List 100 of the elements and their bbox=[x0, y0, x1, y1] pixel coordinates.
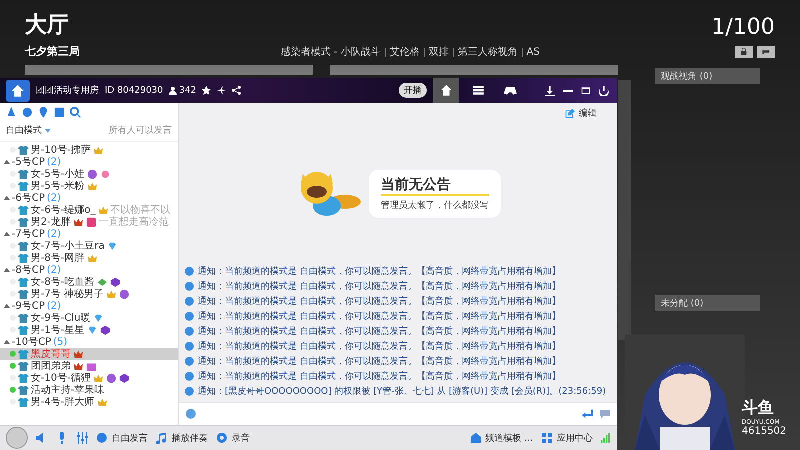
flower-icon bbox=[100, 168, 111, 180]
hexagon-icon bbox=[118, 372, 130, 384]
channel-row[interactable]: -5号CP (2) bbox=[0, 156, 178, 168]
crown-icon bbox=[106, 288, 118, 300]
crown-icon bbox=[73, 348, 84, 360]
channel-row[interactable]: -8号CP (2) bbox=[0, 264, 178, 276]
gem-icon bbox=[92, 312, 104, 324]
chat-message: 通知：当前频道的模式是 自由模式，你可以随意发言。【高音质，网络带宽占用稍有增加】 bbox=[198, 340, 561, 353]
toolbar-button[interactable]: 录音 bbox=[216, 432, 250, 444]
toolbar-button[interactable]: 自由发言 bbox=[96, 432, 148, 444]
user-row[interactable]: 男2-龙胖 一直想走高冷范 bbox=[0, 216, 178, 228]
user-row[interactable]: 女-7号-小土豆ra bbox=[0, 240, 178, 252]
channel-count: (2) bbox=[46, 264, 62, 276]
chat-bubble-icon bbox=[599, 408, 611, 420]
shirt-icon bbox=[18, 324, 29, 336]
channel-name: -5号CP bbox=[12, 156, 45, 169]
person-icon bbox=[169, 86, 178, 94]
user-name: 男-8号-网胖 bbox=[31, 252, 85, 265]
user-row[interactable]: 活动主持-苹果味 bbox=[0, 384, 178, 396]
crown-icon bbox=[72, 216, 84, 228]
crown-icon bbox=[86, 180, 98, 192]
user-name: 活动主持-苹果味 bbox=[31, 384, 105, 396]
record-icon bbox=[216, 432, 228, 444]
chat-message: 通知：当前频道的模式是 自由模式，你可以随意发言。【高音质，网络带宽占用稍有增加】 bbox=[198, 296, 561, 308]
music-note-icon bbox=[156, 432, 168, 444]
channel-count: (5) bbox=[53, 336, 68, 348]
swap-icon bbox=[762, 48, 770, 56]
user-name: 男-5号-米粉 bbox=[31, 180, 85, 193]
crown-icon bbox=[92, 144, 104, 156]
shirt-icon bbox=[18, 204, 29, 216]
mode-tag: 感染者模式 - 小队战斗 bbox=[280, 45, 381, 59]
user-name: 男-1号-星星 bbox=[31, 324, 85, 337]
channel-row[interactable]: -7号CP (2) bbox=[0, 228, 178, 240]
swap-button[interactable] bbox=[757, 46, 775, 58]
user-row[interactable]: 女-10号-循狸 bbox=[0, 372, 178, 384]
download-icon bbox=[545, 86, 555, 96]
shirt-icon bbox=[18, 396, 29, 408]
notice-title: 当前无公告 bbox=[381, 176, 489, 196]
home-icon bbox=[440, 84, 452, 97]
lock-button[interactable] bbox=[735, 46, 753, 58]
user-name: 女-9号-Clu暖 bbox=[31, 312, 91, 325]
channel-name: -9号CP bbox=[12, 300, 45, 313]
user-name: 女-5号-小娃 bbox=[31, 168, 85, 180]
user-row[interactable]: 女-6号-缇娜o_ 不以物喜不以 bbox=[0, 204, 178, 216]
channel-name: -7号CP bbox=[12, 228, 45, 241]
power-icon bbox=[599, 86, 609, 96]
user-row[interactable]: 男-7号 神秘男子 bbox=[0, 288, 178, 300]
toolbar-button[interactable]: 频道模板 ... bbox=[470, 432, 533, 444]
channel-row[interactable]: -10号CP (5) bbox=[0, 336, 178, 348]
hexagon-icon bbox=[110, 276, 121, 288]
user-name: 团团弟弟 bbox=[31, 360, 71, 373]
user-name: 女-6号-缇娜o_ bbox=[31, 204, 96, 216]
orb-icon bbox=[119, 288, 130, 300]
mode-dropdown[interactable]: 自由模式 bbox=[6, 124, 51, 137]
star-icon bbox=[202, 86, 212, 95]
chat-message: 通知：[黑皮哥哥OOOOOOOOO] 的权限被 [Y管-张、七七] 从 [游客(U)] 变成 [会员(R)]。(23:56:59) bbox=[198, 386, 606, 398]
shirt-icon bbox=[18, 276, 29, 288]
channel-count: (2) bbox=[46, 192, 62, 204]
crown-icon bbox=[96, 396, 108, 408]
match-name: 七夕第三局 bbox=[25, 44, 80, 59]
live-toggle[interactable]: 开播 bbox=[399, 83, 427, 98]
user-row[interactable]: 男-1号-星星 bbox=[0, 324, 178, 336]
user-row[interactable]: 女-5号-小娃 bbox=[0, 168, 178, 180]
user-name: 黑皮哥哥 bbox=[31, 348, 71, 361]
shirt-icon bbox=[18, 252, 29, 264]
user-row[interactable]: 女-8号-吃血酱 bbox=[0, 276, 178, 288]
nav-tab[interactable] bbox=[433, 78, 459, 103]
user-row[interactable]: 男-5号-米粉 bbox=[0, 180, 178, 192]
crown-icon bbox=[73, 360, 84, 372]
edit-link[interactable]: 编辑 bbox=[579, 107, 597, 120]
user-row[interactable]: 男-4号-胖大师 bbox=[0, 396, 178, 408]
house-icon bbox=[11, 84, 25, 98]
edit-icon bbox=[565, 108, 575, 118]
shirt-icon bbox=[18, 312, 29, 324]
user-row[interactable]: 女-9号-Clu暖 bbox=[0, 312, 178, 324]
unassigned-slot: 未分配 (0) bbox=[655, 295, 760, 311]
user-name: 女-10号-循狸 bbox=[31, 372, 91, 384]
signal-icon bbox=[601, 433, 611, 443]
channel-row[interactable]: -6号CP (2) bbox=[0, 192, 178, 204]
orb-icon bbox=[106, 372, 117, 384]
toolbar-button[interactable]: 播放伴奏 bbox=[156, 432, 208, 444]
message-input[interactable] bbox=[179, 402, 617, 425]
hexagon-icon bbox=[100, 324, 111, 336]
online-count: 342 bbox=[179, 86, 196, 96]
minimize-icon bbox=[563, 90, 573, 92]
user-row[interactable]: 男-8号-网胖 bbox=[0, 252, 178, 264]
user-row[interactable]: 团团弟弟 bbox=[0, 360, 178, 372]
user-row[interactable]: 男-10号-拂萨 bbox=[0, 144, 178, 156]
diamond-icon bbox=[96, 276, 108, 288]
logo-text: 斗鱼 bbox=[742, 398, 774, 419]
toolbar-button[interactable]: 应用中心 bbox=[541, 432, 593, 444]
mode-note: 所有人可以发言 bbox=[109, 124, 172, 137]
user-name: 男-4号-胖大师 bbox=[31, 396, 95, 409]
channel-row[interactable]: -9号CP (2) bbox=[0, 300, 178, 312]
channel-count: (2) bbox=[46, 228, 62, 240]
crown-icon bbox=[86, 252, 98, 264]
user-name: 男2-龙胖 bbox=[31, 216, 71, 229]
channel-name: -8号CP bbox=[12, 264, 45, 277]
user-signature: 一直想走高冷范 bbox=[98, 216, 169, 229]
room-number: 4615502 bbox=[742, 426, 787, 437]
